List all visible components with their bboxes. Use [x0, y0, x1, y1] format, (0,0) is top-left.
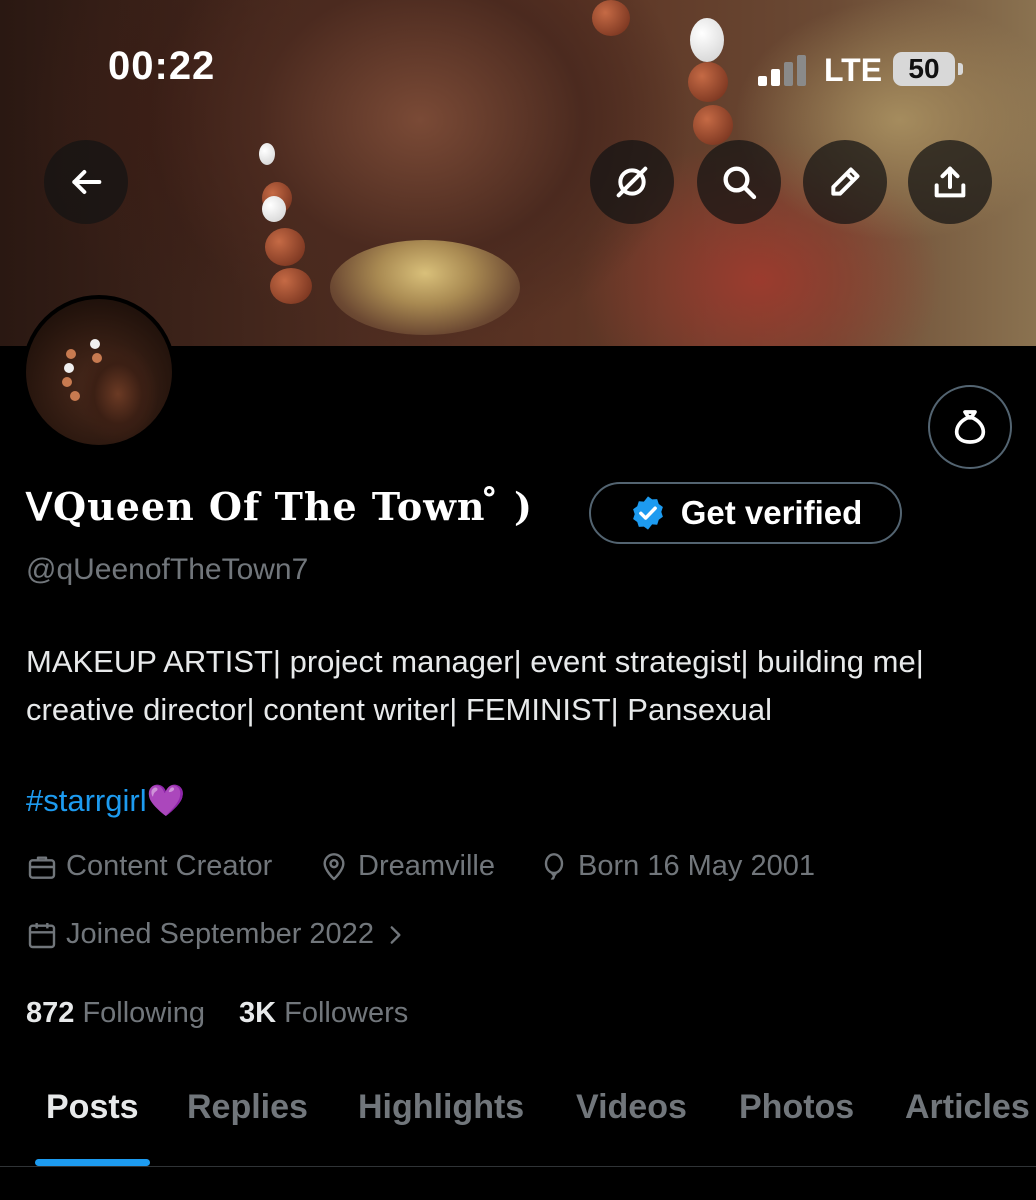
- active-tab-indicator: [35, 1159, 150, 1166]
- tab-posts[interactable]: Posts: [46, 1088, 139, 1127]
- tab-videos[interactable]: Videos: [576, 1088, 687, 1127]
- back-arrow-icon: [72, 170, 102, 194]
- profile-bio: MAKEUP ARTIST| project manager| event st…: [26, 644, 924, 727]
- tab-photos[interactable]: Photos: [739, 1088, 854, 1127]
- display-name: ᐯQueen Of The Town ̊ ): [26, 484, 533, 529]
- tab-replies[interactable]: Replies: [187, 1088, 308, 1127]
- joined-text: Joined September 2022: [66, 918, 374, 950]
- following-count: 872: [26, 997, 75, 1029]
- avatar-bead: [92, 353, 102, 363]
- search-icon: [723, 166, 757, 200]
- profile-birthday: Born 16 May 2001: [538, 850, 815, 883]
- back-button[interactable]: [44, 140, 128, 224]
- banner-lips: [330, 240, 520, 335]
- hashtag-link[interactable]: #starrgirl: [26, 783, 147, 818]
- profile-category: Content Creator: [26, 850, 272, 883]
- banner-bead: [690, 18, 724, 62]
- location-text: Dreamville: [358, 850, 495, 882]
- get-verified-label: Get verified: [680, 494, 863, 531]
- gift-button[interactable]: [928, 385, 1012, 469]
- tab-divider: [0, 1166, 1036, 1167]
- tab-highlights[interactable]: Highlights: [358, 1088, 524, 1127]
- battery-tip: [958, 63, 963, 75]
- followers-link[interactable]: 3K Followers: [239, 997, 408, 1030]
- profile-joined-date[interactable]: Joined September 2022: [26, 918, 408, 951]
- profile-location: Dreamville: [318, 850, 495, 883]
- briefcase-icon: [28, 855, 56, 879]
- avatar-bead: [66, 349, 76, 359]
- money-bag-icon: [954, 410, 986, 444]
- following-link[interactable]: 872 Following: [26, 997, 205, 1030]
- avatar-bead: [62, 377, 72, 387]
- search-button[interactable]: [697, 140, 781, 224]
- tab-articles[interactable]: Articles: [905, 1088, 1030, 1127]
- banner-bead: [693, 105, 733, 145]
- network-type: LTE: [824, 52, 883, 88]
- banner-bead: [592, 0, 630, 36]
- followers-count: 3K: [239, 997, 277, 1029]
- balloon-icon: [544, 852, 564, 880]
- avatar-bead: [70, 391, 80, 401]
- signal-strength-icon: [758, 54, 812, 86]
- profile-avatar[interactable]: [22, 295, 176, 449]
- chevron-right-icon: [390, 925, 401, 944]
- following-label: Following: [82, 997, 205, 1029]
- get-verified-button[interactable]: Get verified: [589, 482, 902, 544]
- avatar-bead: [64, 363, 74, 373]
- location-pin-icon: [323, 852, 345, 880]
- grok-button[interactable]: [590, 140, 674, 224]
- followers-label: Followers: [284, 997, 409, 1029]
- share-icon: [934, 166, 966, 198]
- banner-bead: [259, 143, 275, 165]
- share-button[interactable]: [908, 140, 992, 224]
- calendar-icon: [28, 922, 56, 948]
- category-text: Content Creator: [66, 850, 273, 882]
- birthday-text: Born 16 May 2001: [578, 850, 815, 882]
- grok-icon: [616, 166, 648, 198]
- status-time: 00:22: [108, 44, 216, 88]
- banner-bead: [265, 228, 305, 266]
- bio-hashtag-row: #starrgirl💜: [26, 782, 185, 819]
- purple-heart-emoji: 💜: [146, 783, 186, 818]
- banner-bead: [270, 268, 312, 304]
- banner-bead: [688, 62, 728, 102]
- banner-bead: [262, 196, 286, 222]
- avatar-bead: [90, 339, 100, 349]
- verified-badge-icon: [632, 496, 663, 530]
- edit-pencil-icon: [831, 167, 860, 196]
- edit-button[interactable]: [803, 140, 887, 224]
- user-handle: @qUeenofTheTown7: [26, 553, 309, 586]
- battery-indicator: 50: [893, 52, 955, 86]
